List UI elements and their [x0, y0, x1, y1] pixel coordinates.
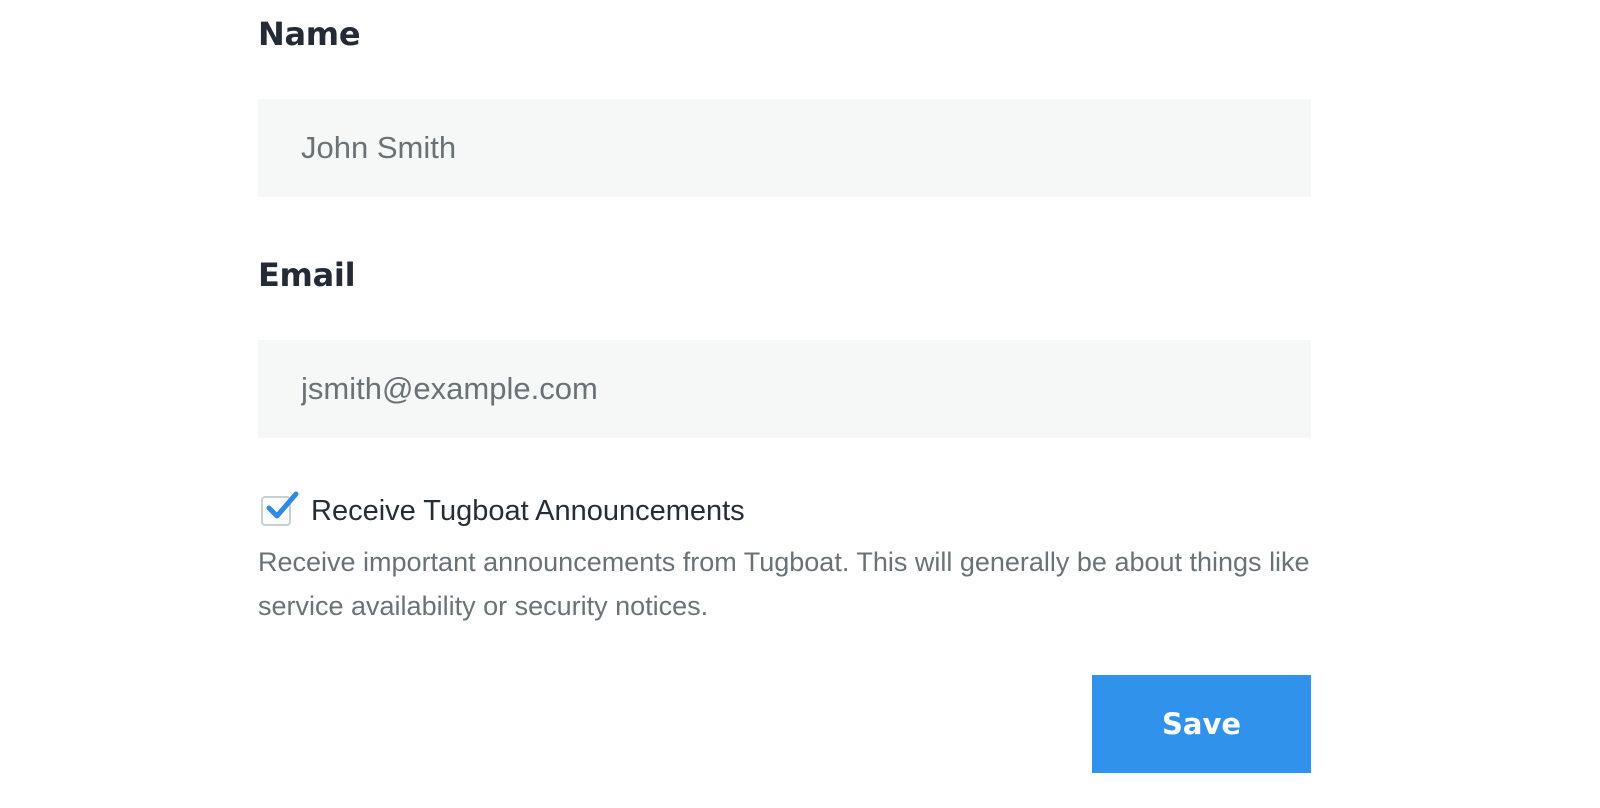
announcements-checkbox[interactable]	[261, 491, 299, 526]
announcements-label[interactable]: Receive Tugboat Announcements	[311, 492, 745, 530]
announcements-option[interactable]: Receive Tugboat Announcements	[261, 491, 745, 530]
name-input[interactable]	[258, 99, 1311, 197]
name-label: Name	[258, 15, 361, 53]
email-label: Email	[258, 256, 356, 294]
save-button[interactable]: Save	[1092, 675, 1311, 773]
checkmark-icon	[266, 491, 299, 519]
announcements-description: Receive important announcements from Tug…	[258, 547, 1310, 621]
email-input[interactable]	[258, 340, 1311, 438]
